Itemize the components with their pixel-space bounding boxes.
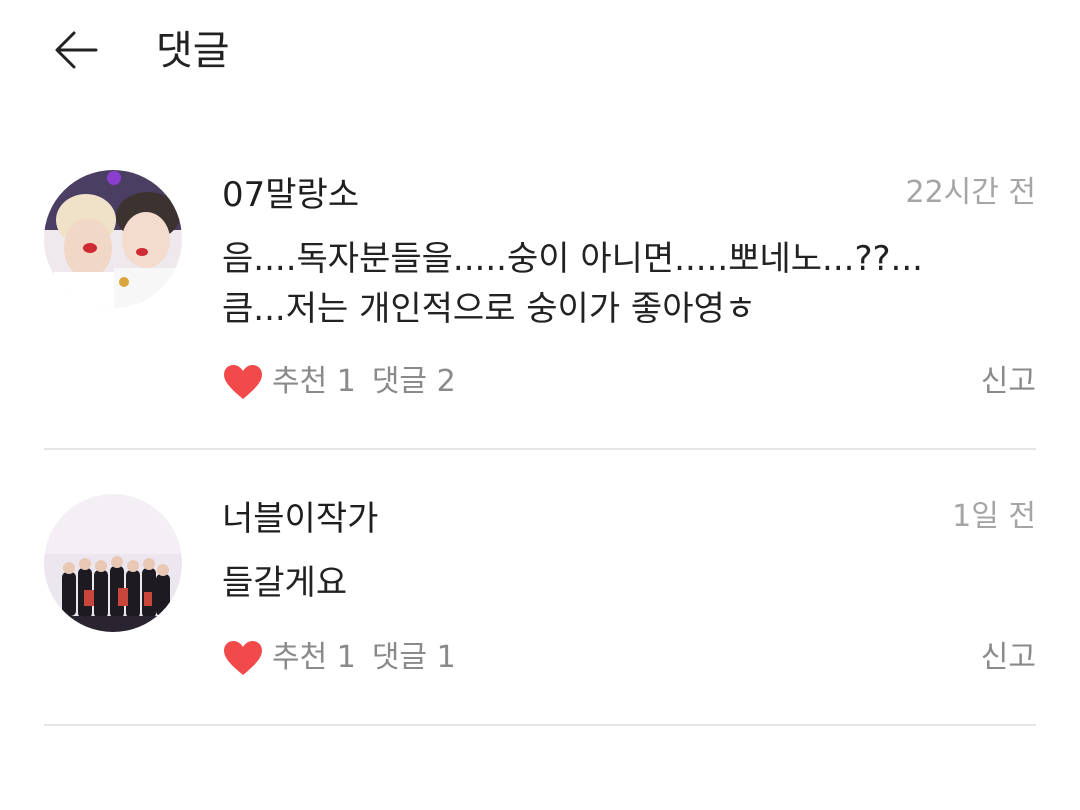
reply-button[interactable]: 댓글 2 (372, 361, 456, 403)
comment-text: 들갈게요 (222, 563, 348, 603)
like-button[interactable] (222, 637, 264, 679)
like-count[interactable]: 추천 1 (272, 361, 356, 403)
comment-item: 07말랑소 22시간 전 음....독자분들을.....숭이 아니면.....뽀… (44, 170, 1036, 450)
arrow-left-icon (55, 31, 98, 69)
comment-actions: 추천 1 댓글 2 (222, 358, 456, 406)
comment-author[interactable]: 07말랑소 (222, 172, 359, 218)
comment-actions: 추천 1 댓글 1 (222, 634, 456, 682)
like-count[interactable]: 추천 1 (272, 637, 356, 679)
heart-icon (224, 641, 262, 675)
comment-timestamp: 1일 전 (952, 499, 1036, 534)
avatar[interactable] (44, 494, 182, 632)
divider (44, 724, 1036, 726)
report-button[interactable]: 신고 (981, 361, 1036, 403)
reply-button[interactable]: 댓글 1 (372, 637, 456, 679)
heart-icon (224, 365, 262, 399)
back-button[interactable] (44, 22, 108, 78)
like-button[interactable] (222, 361, 264, 403)
comment-author[interactable]: 너블이작가 (222, 496, 378, 542)
avatar[interactable] (44, 170, 182, 308)
comments-screen: 댓글 07말랑소 22시간 전 음....독자분들을.....숭이 아니면...… (0, 0, 1080, 810)
report-button[interactable]: 신고 (981, 637, 1036, 679)
top-bar: 댓글 (0, 0, 1080, 110)
comment-timestamp: 22시간 전 (905, 175, 1036, 210)
page-title: 댓글 (156, 28, 230, 74)
comment-item: 너블이작가 1일 전 들갈게요 추천 1 댓글 1 신고 (44, 494, 1036, 726)
divider (44, 448, 1036, 450)
comment-text: 음....독자분들을.....숭이 아니면.....뽀네노...??... 큼.… (222, 239, 923, 329)
